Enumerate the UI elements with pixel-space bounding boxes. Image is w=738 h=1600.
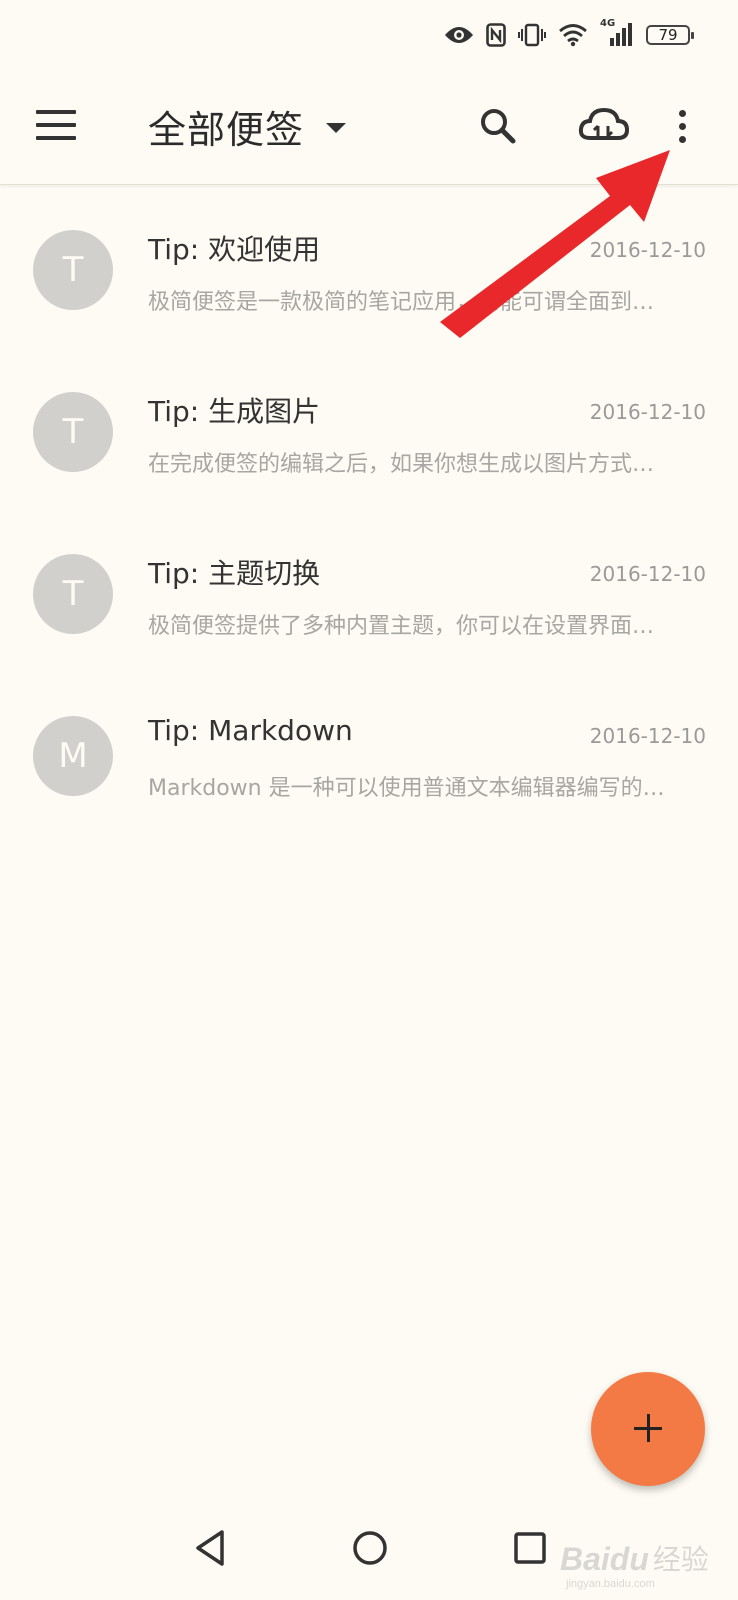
battery-indicator: 79	[646, 25, 694, 45]
home-circle-icon	[353, 1531, 387, 1565]
watermark-label: 经验	[652, 1543, 709, 1576]
eye-icon	[445, 27, 473, 43]
nav-recents-button[interactable]	[510, 1528, 550, 1572]
note-title: Tip: Markdown	[148, 714, 353, 747]
cloud-sync-button[interactable]	[578, 104, 630, 150]
note-date: 2016-12-10	[589, 562, 706, 586]
add-note-button[interactable]	[591, 1372, 705, 1486]
list-item[interactable]: M Tip: Markdown 2016-12-10 Markdown 是一种可…	[0, 676, 738, 838]
list-item[interactable]: T Tip: 主题切换 2016-12-10 极简便签提供了多种内置主题，你可以…	[0, 514, 738, 676]
caret-down-icon	[326, 123, 347, 133]
note-list: T Tip: 欢迎使用 2016-12-10 极简便签是一款极简的笔记应用，功能…	[0, 190, 738, 838]
nfc-icon	[486, 23, 506, 47]
avatar: M	[33, 716, 113, 796]
app-toolbar: 全部便签	[0, 70, 738, 185]
note-title: Tip: 欢迎使用	[148, 233, 321, 266]
nav-back-button[interactable]	[192, 1528, 228, 1572]
list-item[interactable]: T Tip: 欢迎使用 2016-12-10 极简便签是一款极简的笔记应用，功能…	[0, 190, 738, 352]
menu-icon	[36, 110, 76, 114]
note-date: 2016-12-10	[589, 238, 706, 262]
note-title: Tip: 主题切换	[148, 557, 321, 590]
search-button[interactable]	[478, 106, 518, 150]
note-preview: 极简便签是一款极简的笔记应用，功能可谓全面到…	[148, 290, 655, 315]
note-preview: 极简便签提供了多种内置主题，你可以在设置界面…	[148, 614, 655, 639]
note-date: 2016-12-10	[589, 400, 706, 424]
menu-button[interactable]	[36, 110, 76, 140]
status-bar: 4G 79	[0, 0, 738, 70]
cellular-signal: 4G	[600, 18, 634, 48]
baidu-watermark: Baidu 经验 jingyan.baidu.com	[560, 1538, 709, 1590]
nav-home-button[interactable]	[350, 1528, 390, 1572]
folder-selector[interactable]: 全部便签	[148, 98, 347, 154]
note-title: Tip: 生成图片	[148, 395, 321, 428]
page-title: 全部便签	[148, 107, 305, 152]
note-preview: 在完成便签的编辑之后，如果你想生成以图片方式…	[148, 452, 655, 477]
status-icons: 4G 79	[444, 18, 694, 50]
note-preview: Markdown 是一种可以使用普通文本编辑器编写的…	[148, 776, 665, 801]
avatar: T	[33, 554, 113, 634]
back-triangle-icon	[196, 1530, 224, 1566]
vibrate-icon	[518, 23, 546, 47]
wifi-icon	[559, 24, 587, 47]
note-date: 2016-12-10	[589, 724, 706, 748]
watermark-brand: Baidu	[560, 1541, 649, 1577]
signal-icon	[610, 23, 632, 46]
recents-square-icon	[514, 1532, 546, 1564]
list-item[interactable]: T Tip: 生成图片 2016-12-10 在完成便签的编辑之后，如果你想生成…	[0, 352, 738, 514]
cloud-sync-icon	[578, 107, 630, 140]
search-icon	[481, 109, 516, 144]
avatar: T	[33, 392, 113, 472]
more-options-button[interactable]	[676, 108, 688, 144]
avatar: T	[33, 230, 113, 310]
watermark-url: jingyan.baidu.com	[566, 1578, 655, 1590]
